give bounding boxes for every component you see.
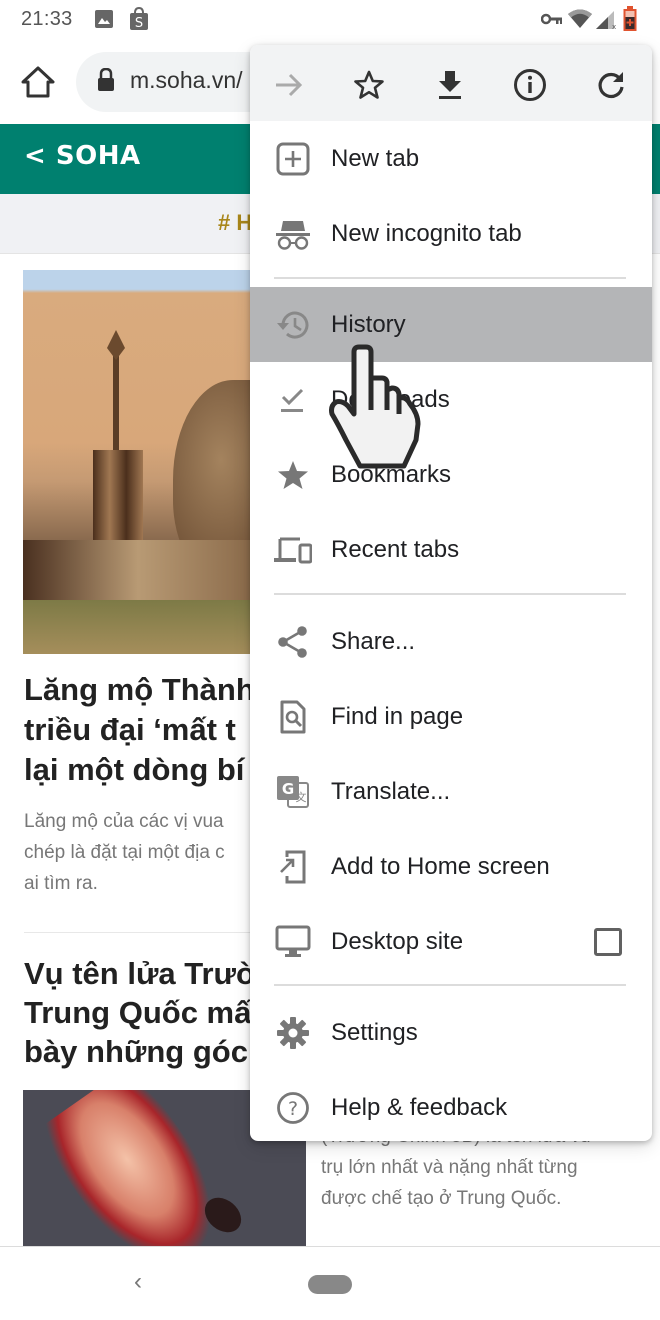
svg-text:文: 文: [296, 790, 307, 804]
svg-text:S: S: [135, 16, 143, 31]
nav-home-pill[interactable]: [308, 1275, 352, 1294]
vpn-key-icon: [541, 13, 562, 25]
menu-separator: [274, 984, 626, 986]
svg-text:?: ?: [288, 1098, 298, 1120]
info-icon: [514, 69, 546, 101]
menu-item-new-incognito-tab[interactable]: New incognito tab: [250, 196, 652, 271]
menu-separator: [274, 277, 626, 279]
add-to-home-icon: [274, 848, 312, 886]
incognito-icon: [274, 215, 312, 253]
overflow-menu: New tab New incognito tab History Downlo…: [250, 45, 652, 1141]
nav-back-button[interactable]: ‹: [134, 1268, 142, 1296]
star-outline-icon: [354, 70, 384, 99]
new-tab-icon: [274, 140, 312, 178]
wifi-icon: [568, 9, 592, 28]
download-icon: [439, 71, 461, 99]
article-summary: Lăng mộ của các vị vua chép là đặt tại m…: [24, 811, 225, 894]
tag-link[interactable]: # H: [218, 210, 252, 236]
menu-item-share[interactable]: Share...: [250, 604, 652, 679]
lock-icon[interactable]: [97, 68, 115, 92]
menu-item-add-to-home-screen[interactable]: Add to Home screen: [250, 829, 652, 904]
site-logo[interactable]: < SOHA: [24, 141, 141, 171]
help-icon: ?: [274, 1089, 312, 1127]
screen: 21:33 S x m.soha.vn/ < SOHA # H Lăng mộ …: [0, 0, 660, 1320]
menu-item-downloads[interactable]: Downloads: [250, 362, 652, 437]
desktop-site-checkbox[interactable]: [594, 927, 622, 956]
reload-icon: [598, 72, 624, 99]
status-bar: 21:33 S x: [0, 0, 660, 40]
menu-item-recent-tabs[interactable]: Recent tabs: [250, 512, 652, 587]
back-chevron[interactable]: <: [24, 141, 46, 171]
download-button[interactable]: [430, 65, 470, 105]
desktop-icon: [274, 923, 312, 961]
arrow-forward-icon: [276, 73, 303, 97]
article-title[interactable]: Vụ tên lửa Trườ Trung Quốc mất bày những…: [24, 954, 274, 1071]
cellular-no-signal-icon: x: [596, 11, 616, 29]
menu-item-bookmarks[interactable]: Bookmarks: [250, 437, 652, 512]
svg-text:G: G: [282, 780, 294, 798]
menu-item-help-feedback[interactable]: ? Help & feedback: [250, 1070, 652, 1141]
devices-icon: [274, 531, 312, 569]
home-button[interactable]: [20, 64, 56, 100]
downloads-check-icon: [274, 381, 312, 419]
menu-separator: [274, 593, 626, 595]
menu-item-settings[interactable]: Settings: [250, 995, 652, 1070]
star-icon: [274, 456, 312, 494]
article-image-tomb[interactable]: [23, 270, 253, 654]
svg-text:x: x: [612, 23, 616, 29]
menu-item-translate[interactable]: G文 Translate...: [250, 754, 652, 829]
menu-item-history[interactable]: History: [250, 287, 652, 362]
settings-icon: [274, 1014, 312, 1052]
reload-button[interactable]: [591, 65, 631, 105]
battery-charging-icon: [623, 6, 637, 31]
forward-button[interactable]: [269, 65, 309, 105]
url-text[interactable]: m.soha.vn/: [130, 67, 243, 94]
bookmark-button[interactable]: [349, 65, 389, 105]
site-name: SOHA: [55, 141, 141, 171]
article-title[interactable]: Lăng mộ Thành triều đại ‘mất t lại một d…: [24, 670, 255, 790]
share-icon: [274, 623, 312, 661]
translate-icon: G文: [274, 773, 312, 811]
history-icon: [274, 306, 312, 344]
find-in-page-icon: [274, 698, 312, 736]
menu-item-new-tab[interactable]: New tab: [250, 121, 652, 196]
gallery-icon: [95, 10, 113, 28]
shopee-icon: S: [130, 7, 148, 31]
menu-item-find-in-page[interactable]: Find in page: [250, 679, 652, 754]
pointer-hand-icon: [329, 344, 421, 469]
menu-item-desktop-site[interactable]: Desktop site: [250, 904, 652, 979]
status-time: 21:33: [21, 8, 73, 30]
page-info-button[interactable]: [510, 65, 550, 105]
